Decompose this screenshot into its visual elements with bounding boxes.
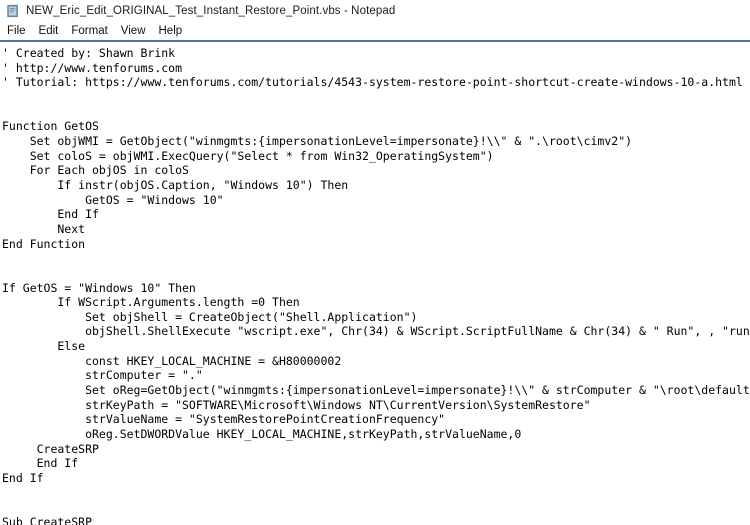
title-bar: NEW_Eric_Edit_ORIGINAL_Test_Instant_Rest…: [0, 0, 750, 22]
window-title: NEW_Eric_Edit_ORIGINAL_Test_Instant_Rest…: [26, 5, 396, 17]
menu-item-file[interactable]: File: [5, 25, 33, 37]
script-text-before-selection: ' Created by: Shawn Brink ' http://www.t…: [2, 46, 750, 525]
menu-bar: File Edit Format View Help: [0, 22, 750, 40]
menu-item-help[interactable]: Help: [157, 25, 190, 37]
script-text[interactable]: ' Created by: Shawn Brink ' http://www.t…: [2, 46, 750, 525]
notepad-window: NEW_Eric_Edit_ORIGINAL_Test_Instant_Rest…: [0, 0, 750, 525]
text-editor-area[interactable]: ' Created by: Shawn Brink ' http://www.t…: [0, 42, 750, 525]
notepad-document-icon: [7, 4, 18, 18]
menu-item-edit[interactable]: Edit: [37, 25, 66, 37]
menu-item-format[interactable]: Format: [69, 25, 114, 37]
menu-item-view[interactable]: View: [119, 25, 153, 37]
